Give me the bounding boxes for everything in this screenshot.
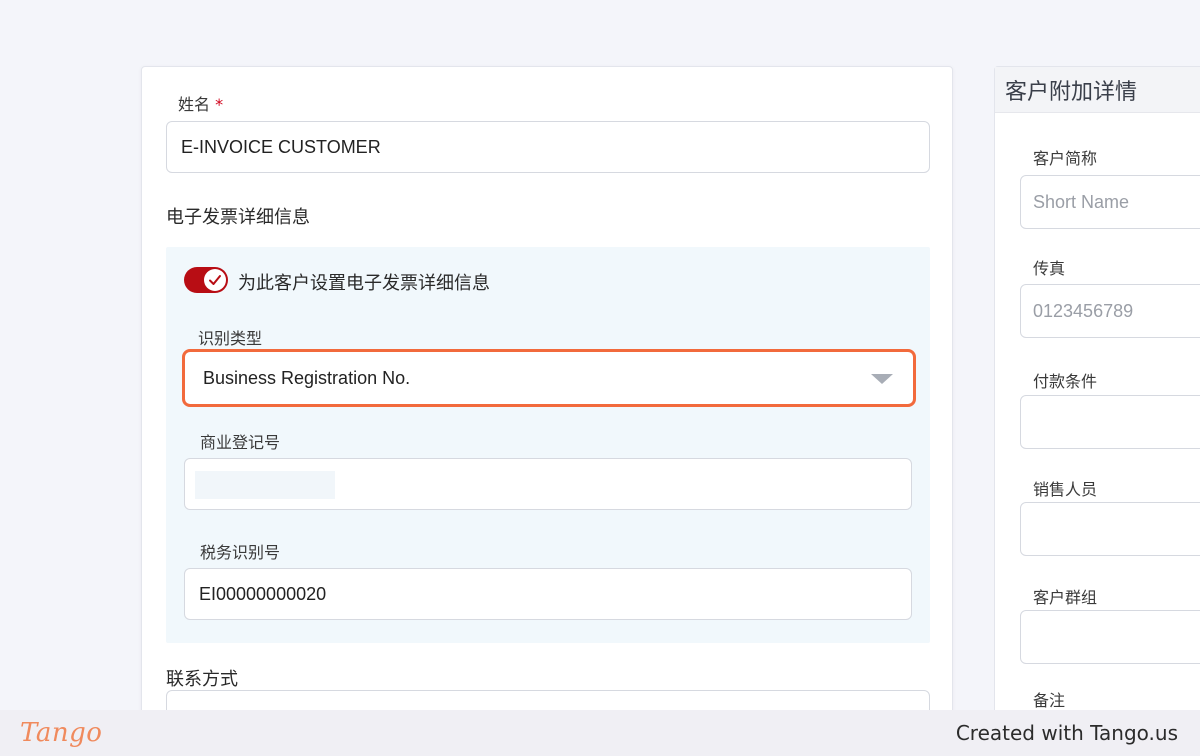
id-type-selected-value: Business Registration No. <box>203 367 411 388</box>
name-input[interactable]: E-INVOICE CUSTOMER <box>166 121 930 173</box>
fax-label: 传真 <box>1033 259 1066 278</box>
toggle-knob <box>204 269 226 291</box>
name-input-value: E-INVOICE CUSTOMER <box>181 136 381 157</box>
customer-group-select[interactable] <box>1020 610 1200 664</box>
payment-terms-select[interactable] <box>1020 395 1200 449</box>
short-name-label: 客户简称 <box>1033 149 1098 168</box>
contact-section-title: 联系方式 <box>166 669 238 690</box>
fax-input[interactable]: 0123456789 <box>1020 284 1200 338</box>
fax-placeholder: 0123456789 <box>1033 300 1134 321</box>
customer-form-card: 姓名 * E-INVOICE CUSTOMER 电子发票详细信息 为此客户设置电… <box>141 66 953 756</box>
created-with-text: Created with Tango.us <box>955 721 1178 745</box>
name-label-text: 姓名 <box>178 95 211 114</box>
name-label: 姓名 * <box>178 91 223 115</box>
tin-input[interactable]: EI00000000020 <box>184 568 912 620</box>
extra-details-title: 客户附加详情 <box>995 67 1200 113</box>
id-type-label: 识别类型 <box>198 329 263 348</box>
payment-terms-label: 付款条件 <box>1033 372 1098 391</box>
brn-input[interactable] <box>184 458 912 510</box>
required-mark: * <box>215 95 224 114</box>
check-icon <box>209 275 221 285</box>
einvoice-details-panel: 为此客户设置电子发票详细信息 识别类型 Business Registratio… <box>166 247 930 643</box>
id-type-select[interactable]: Business Registration No. <box>182 349 916 407</box>
remarks-label: 备注 <box>1033 691 1066 710</box>
einvoice-section-title: 电子发票详细信息 <box>166 207 310 228</box>
einvoice-toggle[interactable] <box>184 267 228 293</box>
masked-value <box>195 471 335 499</box>
tin-input-value: EI00000000020 <box>199 583 327 604</box>
tin-label: 税务识别号 <box>200 543 281 562</box>
chevron-down-icon <box>871 374 893 384</box>
customer-extra-details-card: 客户附加详情 客户简称 Short Name 传真 0123456789 付款条… <box>994 66 1200 756</box>
einvoice-toggle-label: 为此客户设置电子发票详细信息 <box>238 273 490 294</box>
customer-group-label: 客户群组 <box>1033 588 1098 607</box>
short-name-placeholder: Short Name <box>1033 191 1130 212</box>
short-name-input[interactable]: Short Name <box>1020 175 1200 229</box>
brn-label: 商业登记号 <box>200 433 281 452</box>
tango-footer: Tango Created with Tango.us <box>0 710 1200 756</box>
tango-logo: Tango <box>20 718 103 748</box>
salesperson-label: 销售人员 <box>1033 480 1098 499</box>
salesperson-select[interactable] <box>1020 502 1200 556</box>
